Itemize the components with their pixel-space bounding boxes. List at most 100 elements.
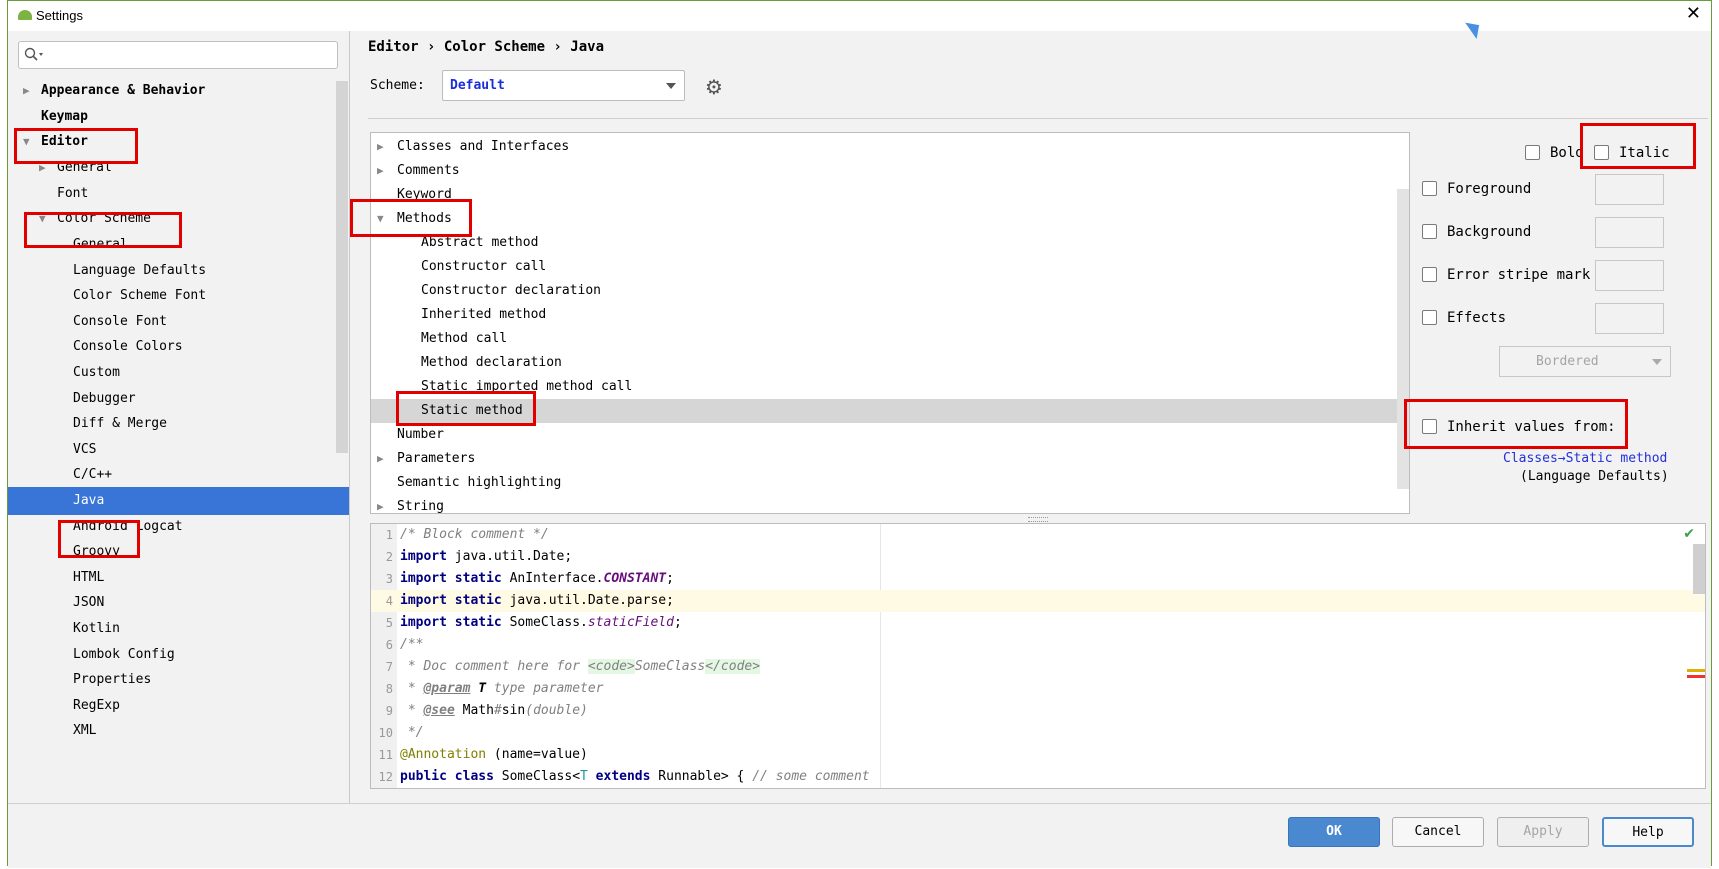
effects-checkbox[interactable] <box>1422 310 1437 325</box>
tree-item-label: Groovy <box>73 544 120 559</box>
tree-item-general[interactable]: ▶ General <box>8 154 349 182</box>
tree-item-android-logcat[interactable]: Android Logcat <box>8 513 349 541</box>
attr-row[interactable]: Keyword <box>371 183 1409 207</box>
tree-item-debugger[interactable]: Debugger <box>8 385 349 413</box>
tree-item-html[interactable]: HTML <box>8 564 349 592</box>
attr-row[interactable]: ▶ Parameters <box>371 447 1409 471</box>
tree-item-groovy[interactable]: Groovy <box>8 538 349 566</box>
bold-checkbox[interactable] <box>1525 145 1540 160</box>
tree-item-label: Color Scheme <box>57 211 151 226</box>
tree-item-color-scheme[interactable]: ▼ Color Scheme <box>8 205 349 233</box>
cancel-button[interactable]: Cancel <box>1392 817 1484 847</box>
tree-item-label: Console Colors <box>73 339 183 354</box>
effect-type-value: Bordered <box>1536 354 1599 369</box>
error-stripe-color-swatch[interactable] <box>1595 260 1664 291</box>
checkmark-icon: ✔ <box>1683 526 1695 542</box>
attr-row[interactable]: ▶ String <box>371 495 1409 514</box>
tree-item-json[interactable]: JSON <box>8 589 349 617</box>
window-title: Settings <box>36 8 83 23</box>
tree-item-label: Keymap <box>41 109 88 124</box>
chevron-right-icon: ▶ <box>39 161 46 174</box>
chevron-down-icon: ▼ <box>39 212 46 225</box>
search-input[interactable] <box>18 41 338 69</box>
italic-checkbox[interactable] <box>1594 145 1609 160</box>
attribute-scrollbar[interactable] <box>1397 189 1409 489</box>
tree-item-cs-general[interactable]: General <box>8 231 349 259</box>
tree-item-console-colors[interactable]: Console Colors <box>8 333 349 361</box>
tree-item-label: Properties <box>73 672 152 687</box>
code-line: 2 import java.util.Date; <box>385 549 573 564</box>
tree-item-font[interactable]: Font <box>8 180 349 208</box>
tree-item-appearance[interactable]: ▶ Appearance & Behavior <box>8 77 349 105</box>
splitter-handle[interactable] <box>1028 517 1048 522</box>
inherit-checkbox[interactable] <box>1422 419 1437 434</box>
attr-row[interactable]: Method declaration <box>371 351 1409 375</box>
code-line-current: 4 import static java.util.Date.parse; <box>371 590 1705 612</box>
tree-item-diff-merge[interactable]: Diff & Merge <box>8 410 349 438</box>
chevron-down-icon <box>1652 359 1662 365</box>
tree-item-label: Language Defaults <box>73 263 207 278</box>
chevron-down-icon <box>666 83 676 89</box>
search-icon <box>24 47 43 61</box>
foreground-label: Foreground <box>1447 181 1532 197</box>
attr-row[interactable]: Constructor declaration <box>371 279 1409 303</box>
tree-item-label: Console Font <box>73 314 167 329</box>
attr-row[interactable]: Inherited method <box>371 303 1409 327</box>
inherit-link[interactable]: Classes→Static method <box>1503 451 1667 466</box>
attr-row[interactable]: Number <box>371 423 1409 447</box>
attr-row[interactable]: Semantic highlighting <box>371 471 1409 495</box>
attr-label: Method call <box>421 331 508 346</box>
background-color-swatch[interactable] <box>1595 217 1664 248</box>
tree-item-color-scheme-font[interactable]: Color Scheme Font <box>8 282 349 310</box>
apply-button[interactable]: Apply <box>1497 817 1589 847</box>
attr-label: Number <box>397 427 444 442</box>
code-preview[interactable]: 1/* Block comment */ 2 import java.util.D… <box>370 523 1706 789</box>
code-line: 9 * @see Math#sin(double) <box>385 703 588 718</box>
ok-button[interactable]: OK <box>1288 817 1380 847</box>
attr-row[interactable]: Constructor call <box>371 255 1409 279</box>
close-icon[interactable]: ✕ <box>1686 3 1701 24</box>
bold-label: Bold <box>1550 145 1584 161</box>
attr-row[interactable]: ▶ Comments <box>371 159 1409 183</box>
chevron-down-icon: ▼ <box>23 135 30 148</box>
background-checkbox[interactable] <box>1422 224 1437 239</box>
gear-icon[interactable]: ⚙ <box>705 75 723 99</box>
effects-color-swatch[interactable] <box>1595 303 1664 334</box>
tree-item-label: Android Logcat <box>73 519 183 534</box>
tree-item-properties[interactable]: Properties <box>8 666 349 694</box>
attr-row-static-method[interactable]: Static method <box>371 399 1409 423</box>
tree-item-vcs[interactable]: VCS <box>8 436 349 464</box>
error-stripe-checkbox[interactable] <box>1422 267 1437 282</box>
foreground-checkbox[interactable] <box>1422 181 1437 196</box>
editor-scrollbar[interactable] <box>1693 544 1705 594</box>
tree-item-language-defaults[interactable]: Language Defaults <box>8 257 349 285</box>
chevron-right-icon: ▶ <box>23 84 30 97</box>
tree-scrollbar[interactable] <box>336 81 348 453</box>
tree-item-custom[interactable]: Custom <box>8 359 349 387</box>
attr-label: String <box>397 499 444 514</box>
tree-item-lombok-config[interactable]: Lombok Config <box>8 641 349 669</box>
attr-row[interactable]: Method call <box>371 327 1409 351</box>
chevron-right-icon: ▶ <box>377 164 384 177</box>
tree-item-cpp[interactable]: C/C++ <box>8 461 349 489</box>
effect-type-dropdown[interactable]: Bordered <box>1499 346 1671 377</box>
tree-item-label: XML <box>73 723 97 738</box>
tree-item-kotlin[interactable]: Kotlin <box>8 615 349 643</box>
settings-tree-panel: ▶ Appearance & Behavior Keymap ▼ Editor ▶ G… <box>8 31 350 803</box>
attr-row[interactable]: Abstract method <box>371 231 1409 255</box>
foreground-color-swatch[interactable] <box>1595 174 1664 205</box>
tree-item-xml[interactable]: XML <box>8 717 349 745</box>
tree-item-console-font[interactable]: Console Font <box>8 308 349 336</box>
tree-item-keymap[interactable]: Keymap <box>8 103 349 131</box>
tree-item-regexp[interactable]: RegExp <box>8 692 349 720</box>
scheme-dropdown[interactable]: Default <box>442 70 685 101</box>
help-button[interactable]: Help <box>1602 817 1694 847</box>
error-stripe-label: Error stripe mark <box>1447 267 1591 283</box>
attr-row[interactable]: ▶ Classes and Interfaces <box>371 135 1409 159</box>
tree-item-editor[interactable]: ▼ Editor <box>8 128 349 156</box>
android-icon <box>18 10 32 20</box>
attr-row-methods[interactable]: ▼ Methods <box>371 207 1409 231</box>
tree-item-java[interactable]: Java <box>8 487 349 515</box>
settings-window: Settings ✕ ▶ Appearance & Behavior Keymap… <box>7 0 1712 868</box>
attr-row[interactable]: Static imported method call <box>371 375 1409 399</box>
